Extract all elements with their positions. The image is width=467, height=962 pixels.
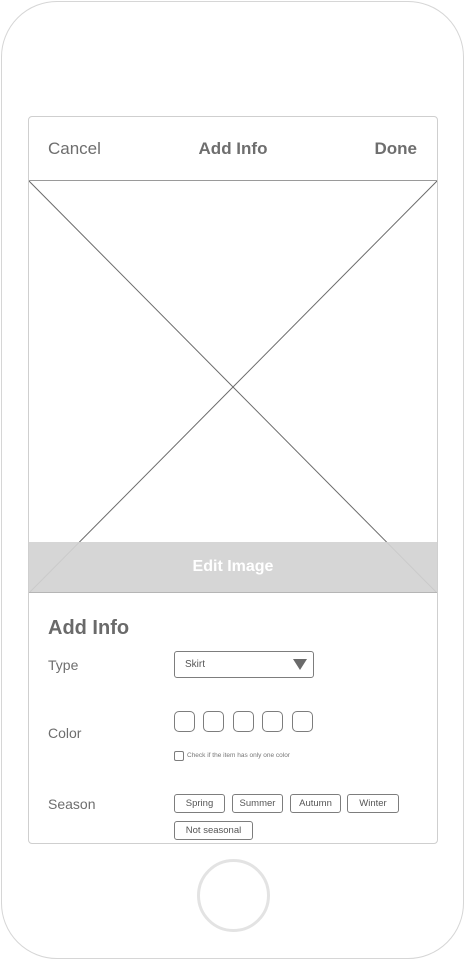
color-swatch-1[interactable] [174,711,195,732]
color-label: Color [48,725,82,741]
edit-image-button[interactable]: Edit Image [29,542,437,593]
season-label: Season [48,796,96,812]
edit-image-label: Edit Image [192,558,274,575]
type-select-value: Skirt [185,659,205,670]
screen: Cancel Add Info Done Edit Image Add Info… [28,116,438,844]
season-chip-autumn[interactable]: Autumn [290,794,341,813]
single-color-checkbox[interactable] [174,751,184,761]
color-swatch-3[interactable] [233,711,254,732]
single-color-checkbox-label: Check if the item has only one color [187,752,290,759]
navigation-bar: Cancel Add Info Done [29,117,437,181]
color-swatch-5[interactable] [292,711,313,732]
season-chip-not-seasonal[interactable]: Not seasonal [174,821,253,840]
image-placeholder-cross [29,181,437,593]
color-swatch-2[interactable] [203,711,224,732]
type-label: Type [48,657,79,673]
color-swatch-4[interactable] [262,711,283,732]
season-chip-winter[interactable]: Winter [347,794,399,813]
dropdown-arrow-icon [293,659,307,670]
type-select[interactable]: Skirt [174,651,314,678]
done-button[interactable]: Done [375,139,418,159]
home-button[interactable] [197,859,270,932]
section-title: Add Info [48,617,130,639]
image-placeholder: Edit Image [29,181,437,593]
season-chip-summer[interactable]: Summer [232,794,283,813]
season-chip-spring[interactable]: Spring [174,794,225,813]
